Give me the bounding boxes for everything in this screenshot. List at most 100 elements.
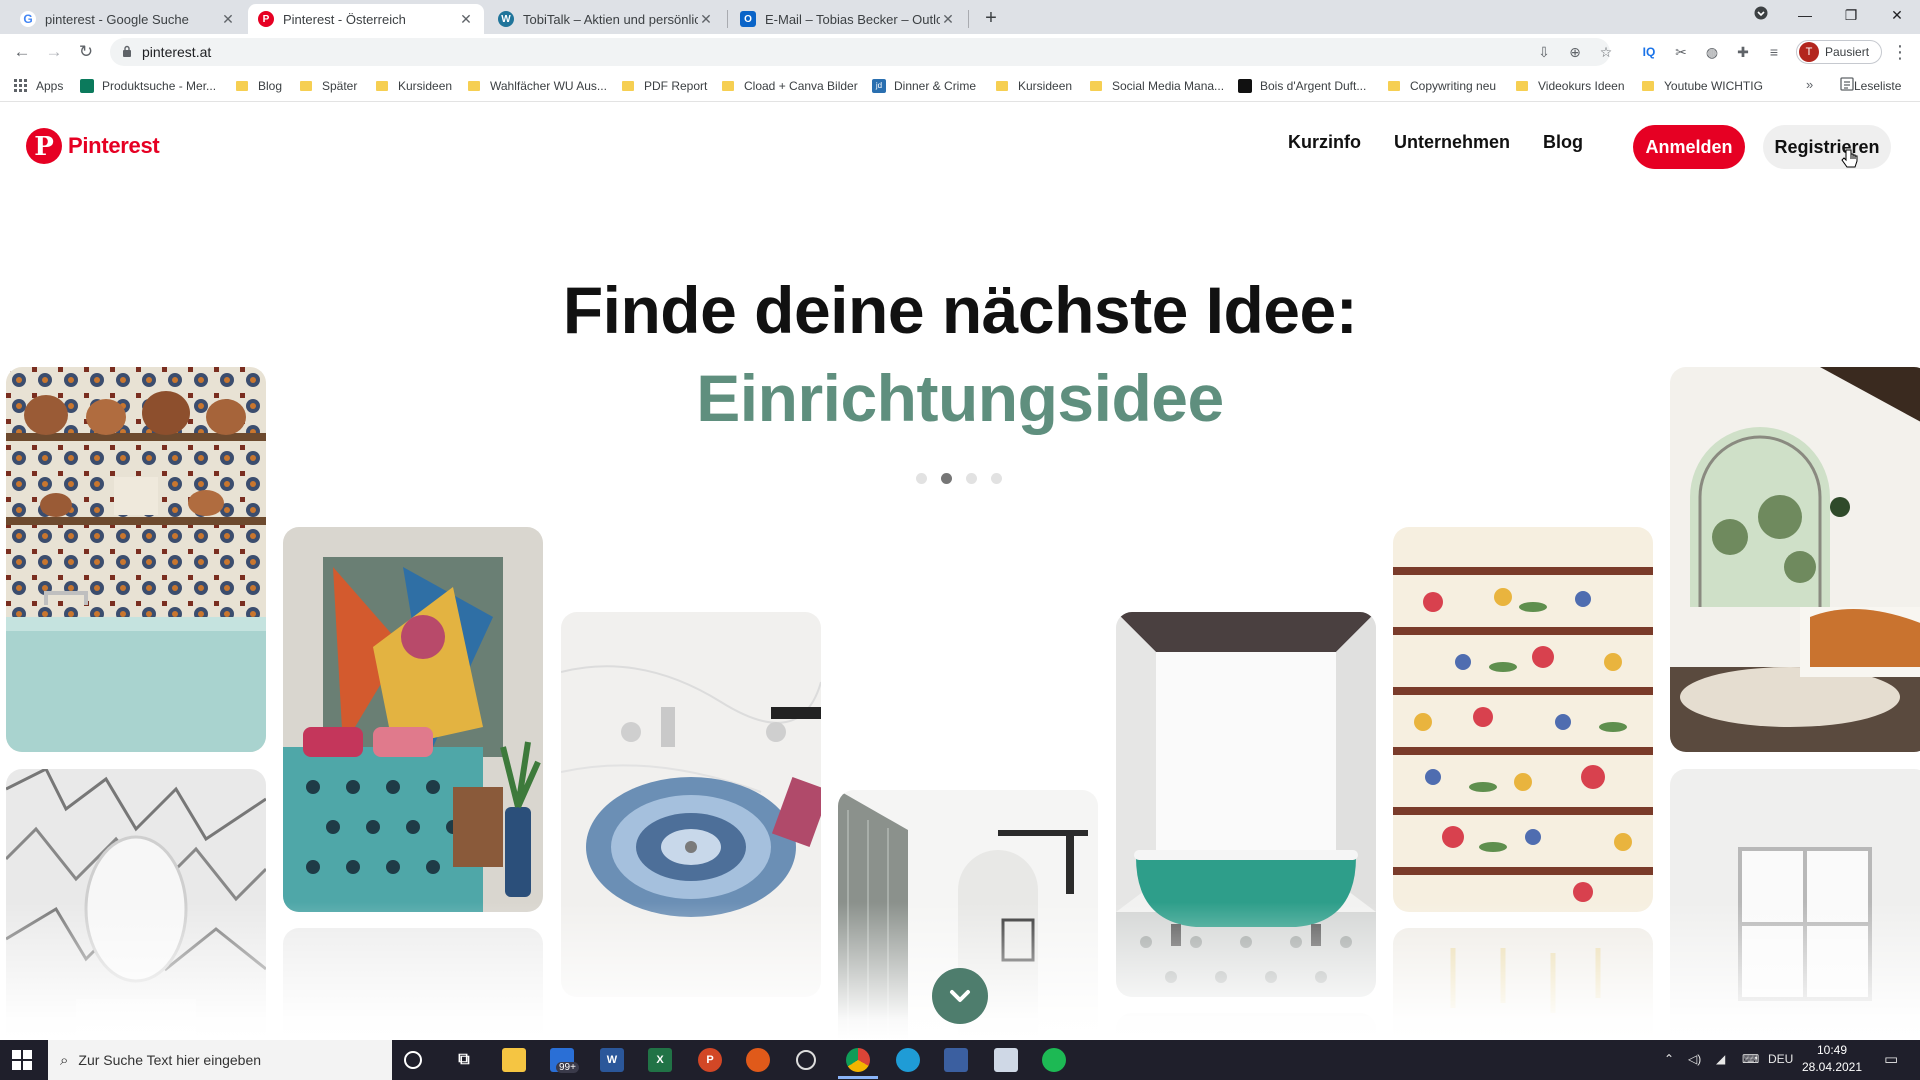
clock[interactable]: 10:49 28.04.2021 [1800, 1042, 1864, 1076]
install-icon[interactable]: ⇩ [1535, 43, 1553, 61]
bookmark-produktsuche[interactable]: Produktsuche - Mer... [80, 77, 216, 95]
wordpress-favicon-icon: W [498, 11, 514, 27]
reading-list-button[interactable]: Leseliste [1840, 77, 1901, 94]
iq-extension-icon[interactable]: IQ [1640, 43, 1658, 61]
carousel-dot[interactable] [916, 473, 927, 484]
bookmark-pdf-report[interactable]: PDF Report [622, 77, 707, 95]
language-indicator[interactable]: DEU [1768, 1052, 1793, 1066]
browser-tab-outlook[interactable]: O E-Mail – Tobias Becker – Outlook ✕ [730, 4, 966, 34]
profile-button[interactable]: T Pausiert [1796, 40, 1882, 64]
tab-search-chevron-icon[interactable] [1738, 0, 1784, 30]
pinterest-page: P Pinterest Kurzinfo Unternehmen Blog An… [0, 102, 1920, 1040]
bookmarks-more-chevron-icon[interactable]: » [1806, 77, 1813, 92]
notepad-icon[interactable] [994, 1048, 1018, 1072]
carousel-dot-active[interactable] [941, 473, 952, 484]
edge-icon[interactable] [896, 1048, 920, 1072]
window-close-icon[interactable]: ✕ [1874, 0, 1920, 30]
close-icon[interactable]: ✕ [220, 11, 236, 28]
close-icon[interactable]: ✕ [458, 11, 474, 28]
pin-image-floral-stairs[interactable] [1393, 527, 1653, 912]
restore-icon[interactable]: ❐ [1828, 0, 1874, 30]
excel-icon[interactable]: X [648, 1048, 672, 1072]
tab-label: Pinterest - Österreich [283, 11, 406, 27]
mail-badge: 99+ [556, 1062, 579, 1073]
network-icon[interactable]: ◢ [1716, 1052, 1725, 1066]
bookmark-bois-dargent[interactable]: Bois d'Argent Duft... [1238, 77, 1366, 95]
spotify-icon[interactable] [1042, 1048, 1066, 1072]
bookmark-wahlfaecher[interactable]: Wahlfächer WU Aus... [468, 77, 607, 95]
rotating-idea-text: Einrichtungsidee [696, 361, 1224, 435]
bookmark-label: Blog [258, 79, 283, 93]
browser-tab-google[interactable]: G pinterest - Google Suche ✕ [10, 4, 246, 34]
bookmark-videokurs[interactable]: Videokurs Ideen [1516, 77, 1625, 95]
browser-toolbar: ← → ↻ pinterest.at ⇩ ⊕ ☆ IQ ✂ ◍ ✚ ≡ T Pa… [0, 34, 1920, 70]
logo-wordmark: Pinterest [68, 133, 160, 158]
volume-icon[interactable]: ◁) [1688, 1052, 1701, 1066]
carousel-dots [916, 473, 1002, 484]
back-arrow-icon[interactable]: ← [10, 40, 34, 64]
seo-extension-icon[interactable]: ◍ [1703, 43, 1721, 61]
extension-icon[interactable]: ✂ [1672, 43, 1690, 61]
chrome-icon[interactable] [846, 1048, 870, 1072]
powerpoint-icon[interactable]: P [698, 1048, 722, 1072]
forward-arrow-icon[interactable]: → [42, 40, 66, 64]
browser-tab-pinterest[interactable]: P Pinterest - Österreich ✕ [248, 4, 484, 34]
bookmark-star-icon[interactable]: ☆ [1597, 43, 1615, 61]
media-control-icon[interactable]: ≡ [1765, 43, 1783, 61]
bookmark-cload-canva[interactable]: Cload + Canva Bilder [722, 77, 858, 95]
bookmark-label: PDF Report [644, 79, 708, 93]
new-tab-plus-icon[interactable]: + [978, 6, 1004, 32]
reading-list-label: Leseliste [1854, 78, 1902, 93]
close-icon[interactable]: ✕ [940, 11, 956, 28]
carousel-dot[interactable] [966, 473, 977, 484]
bookmark-social-media[interactable]: Social Media Mana... [1090, 77, 1224, 95]
folder-icon [1388, 81, 1400, 91]
scroll-down-button[interactable] [932, 968, 988, 1024]
page-title: Finde deine nächste Idee: [562, 273, 1358, 347]
bookmark-dinner-crime[interactable]: jd Dinner & Crime [872, 77, 976, 95]
bookmark-blog[interactable]: Blog [236, 77, 282, 95]
word-icon[interactable]: W [600, 1048, 624, 1072]
nav-link-unternehmen[interactable]: Unternehmen [1394, 132, 1510, 153]
bookmark-spaeter[interactable]: Später [300, 77, 357, 95]
carousel-dot[interactable] [991, 473, 1002, 484]
tray-chevron-icon[interactable]: ⌃ [1664, 1052, 1674, 1066]
taskbar-search-input[interactable]: ⌕ Zur Suche Text hier eingeben [48, 1040, 392, 1080]
browser-tab-tobitalk[interactable]: W TobiTalk – Aktien und persönliche ✕ [488, 4, 724, 34]
bookmark-kursideen[interactable]: Kursideen [376, 77, 452, 95]
obs-icon[interactable] [796, 1050, 816, 1070]
windows-start-icon[interactable] [12, 1050, 32, 1070]
pin-image-bright-bedroom[interactable] [1670, 367, 1920, 752]
task-view-icon[interactable]: ⧉ [452, 1048, 476, 1072]
pin-image-copper-kitchen[interactable] [6, 367, 266, 752]
bookmark-label: Wahlfächer WU Aus... [490, 79, 607, 93]
nav-link-kurzinfo[interactable]: Kurzinfo [1288, 132, 1361, 153]
lock-icon [122, 45, 132, 60]
folder-icon [300, 81, 312, 91]
signup-button[interactable]: Registrieren [1763, 125, 1891, 169]
zoom-icon[interactable]: ⊕ [1566, 43, 1584, 61]
file-explorer-icon[interactable] [502, 1048, 526, 1072]
minimize-icon[interactable]: — [1782, 0, 1828, 30]
reload-icon[interactable]: ↻ [74, 40, 98, 64]
bookmark-apps[interactable]: Apps [14, 77, 63, 95]
notification-center-icon[interactable]: ▭ [1884, 1050, 1898, 1068]
app-icon[interactable] [746, 1048, 770, 1072]
login-button[interactable]: Anmelden [1633, 125, 1745, 169]
cortana-icon[interactable] [404, 1051, 422, 1069]
address-bar[interactable]: pinterest.at [110, 38, 1610, 66]
nav-link-blog[interactable]: Blog [1543, 132, 1583, 153]
app-icon[interactable] [944, 1048, 968, 1072]
bookmark-kursideen-2[interactable]: Kursideen [996, 77, 1072, 95]
bookmark-youtube[interactable]: Youtube WICHTIG [1642, 77, 1763, 95]
pin-image-colorful-bedroom[interactable] [283, 527, 543, 912]
folder-icon [1516, 81, 1528, 91]
close-icon[interactable]: ✕ [698, 11, 714, 28]
pinterest-logo[interactable]: P Pinterest [26, 128, 160, 164]
bookmark-copywriting[interactable]: Copywriting neu [1388, 77, 1496, 95]
google-favicon-icon: G [20, 11, 36, 27]
keyboard-icon[interactable]: ⌨ [1742, 1052, 1759, 1066]
puzzle-extensions-icon[interactable]: ✚ [1734, 43, 1752, 61]
tab-separator [968, 10, 969, 28]
browser-menu-icon[interactable]: ⋮ [1890, 40, 1910, 64]
